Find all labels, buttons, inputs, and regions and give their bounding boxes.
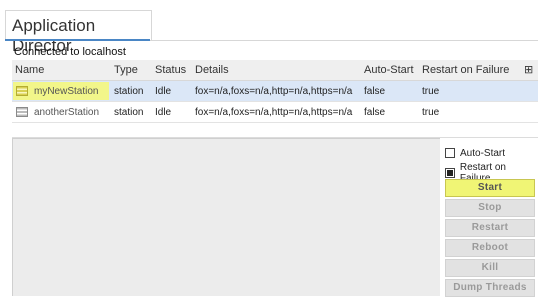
column-header-name[interactable]: Name [15, 64, 44, 76]
station-auto-start: false [364, 107, 386, 118]
station-output-pane[interactable] [12, 138, 440, 296]
station-name: myNewStation [34, 85, 99, 97]
station-name-cell[interactable]: myNewStation [13, 82, 109, 100]
auto-start-checkbox-box[interactable] [445, 148, 455, 158]
reboot-button[interactable]: Reboot [445, 239, 535, 257]
connection-status: Connected to localhost [14, 46, 126, 58]
table-row[interactable]: myNewStation station Idle fox=n/a,foxs=n… [12, 81, 538, 102]
station-restart-on-failure: true [422, 107, 440, 118]
station-auto-start: false [364, 86, 386, 97]
station-type: station [114, 107, 144, 118]
column-header-status[interactable]: Status [155, 64, 186, 76]
restart-button[interactable]: Restart [445, 219, 535, 237]
column-header-details[interactable]: Details [195, 64, 229, 76]
column-header-type[interactable]: Type [114, 64, 138, 76]
station-name: anotherStation [34, 106, 100, 118]
station-icon [16, 107, 28, 117]
station-name-cell[interactable]: anotherStation [13, 103, 109, 121]
stations-table: Name Type Status Details Auto-Start Rest… [12, 60, 538, 123]
table-header: Name Type Status Details Auto-Start Rest… [12, 60, 538, 81]
kill-button[interactable]: Kill [445, 259, 535, 277]
column-header-auto-start[interactable]: Auto-Start [364, 64, 414, 76]
station-status: Idle [155, 86, 172, 97]
start-button[interactable]: Start [445, 179, 535, 197]
station-details: fox=n/a,foxs=n/a,http=n/a,https=n/a [195, 107, 353, 118]
active-tab-indicator [5, 39, 150, 41]
station-options: Auto-Start Restart on Failure [445, 143, 538, 184]
station-actions: Start Stop Restart Reboot Kill Dump Thre… [445, 179, 535, 299]
station-type: station [114, 86, 144, 97]
restart-on-failure-checkbox-box[interactable] [445, 168, 455, 178]
column-header-restart-on-failure[interactable]: Restart on Failure [422, 64, 509, 76]
column-chooser-icon[interactable]: ⊞ [524, 63, 533, 76]
auto-start-checkbox[interactable]: Auto-Start [445, 143, 538, 163]
dump-threads-button[interactable]: Dump Threads [445, 279, 535, 297]
station-status: Idle [155, 107, 172, 118]
station-details: fox=n/a,foxs=n/a,http=n/a,https=n/a [195, 86, 353, 97]
auto-start-label: Auto-Start [460, 147, 506, 159]
station-icon [16, 86, 28, 96]
tab-application-director[interactable]: Application Director [5, 10, 152, 55]
stop-button[interactable]: Stop [445, 199, 535, 217]
station-restart-on-failure: true [422, 86, 440, 97]
table-row[interactable]: anotherStation station Idle fox=n/a,foxs… [12, 102, 538, 123]
